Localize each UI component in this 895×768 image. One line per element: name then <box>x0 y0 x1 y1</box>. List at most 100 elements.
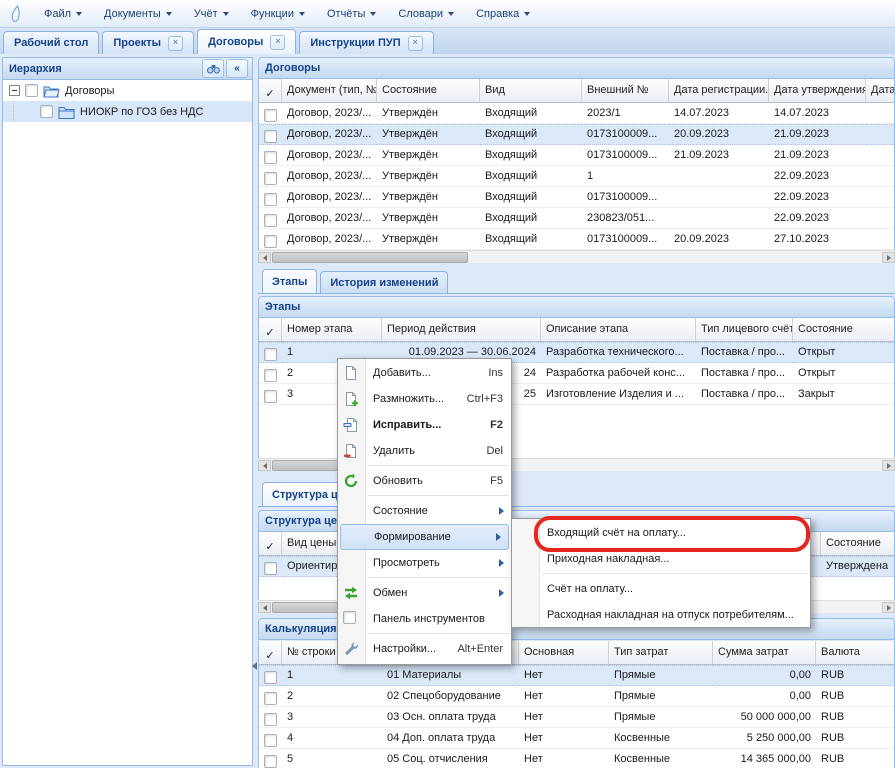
contracts-hscrollbar[interactable] <box>258 250 895 263</box>
stages-column-header[interactable]: Состояние <box>793 318 895 342</box>
tree-node-checkbox[interactable] <box>25 84 38 97</box>
scroll-left-button[interactable] <box>258 602 271 613</box>
contracts-column-header[interactable]: Дата регистрации. <box>669 79 769 103</box>
submenu-item-приходная-накладная[interactable]: Приходная накладная... <box>512 546 810 572</box>
contracts-column-header[interactable]: Состояние <box>377 79 480 103</box>
search-binoculars-button[interactable] <box>202 59 224 78</box>
menu-item-просмотреть[interactable]: Просмотреть <box>338 550 511 576</box>
row-checkbox[interactable] <box>264 109 277 122</box>
table-row[interactable]: 101 МатериалыНетПрямые0,00RUB <box>259 665 894 686</box>
tree-node-child[interactable]: НИОКР по ГОЗ без НДС <box>3 101 252 122</box>
menu-item-обновить[interactable]: ОбновитьF5 <box>338 468 511 494</box>
row-checkbox[interactable] <box>264 713 277 726</box>
structure-column-header[interactable]: ✓ <box>259 532 282 556</box>
calculation-column-header[interactable]: Валюта <box>816 641 895 665</box>
collapse-panel-button[interactable]: « <box>226 59 248 78</box>
tab-close-icon[interactable]: × <box>408 36 423 51</box>
scroll-right-button[interactable] <box>882 602 895 613</box>
menubar-item-файл[interactable]: Файл <box>34 4 92 24</box>
main-tabstrip: Рабочий столПроекты×Договоры×Инструкции … <box>0 28 895 54</box>
table-row[interactable]: 202 СпецоборудованиеНетПрямые0,00RUB <box>259 686 894 707</box>
contracts-column-header[interactable]: Дата <box>866 79 895 103</box>
menubar-item-функции[interactable]: Функции <box>241 4 315 24</box>
table-row[interactable]: Договор, 2023/...УтверждёнВходящий230823… <box>259 208 894 229</box>
menu-item-размножить[interactable]: Размножить...Ctrl+F3 <box>338 386 511 412</box>
contracts-column-header[interactable]: Внешний № <box>582 79 669 103</box>
tree-node-root[interactable]: Договоры <box>3 80 252 101</box>
scrollbar-thumb[interactable] <box>272 252 468 263</box>
table-row[interactable]: 404 Доп. оплата трудаНетКосвенные5 250 0… <box>259 728 894 749</box>
stages-column-header[interactable]: Тип лицевого счёт <box>696 318 793 342</box>
stages-column-header[interactable]: Период действия <box>382 318 541 342</box>
table-cell: Утверждён <box>377 103 480 124</box>
calculation-column-header[interactable]: Сумма затрат <box>713 641 816 665</box>
contracts-column-header[interactable]: Вид <box>480 79 582 103</box>
table-row[interactable]: Договор, 2023/...УтверждёнВходящий2023/1… <box>259 103 894 124</box>
row-checkbox[interactable] <box>264 214 277 227</box>
stages-column-header[interactable]: Номер этапа <box>282 318 382 342</box>
menubar-item-отчёты[interactable]: Отчёты <box>317 4 386 24</box>
menu-item-настройки[interactable]: Настройки...Alt+Enter <box>338 636 511 662</box>
calculation-column-header[interactable]: Тип затрат <box>609 641 713 665</box>
scroll-left-button[interactable] <box>258 460 271 471</box>
table-row[interactable]: Договор, 2023/...УтверждёнВходящий017310… <box>259 187 894 208</box>
scroll-left-button[interactable] <box>258 252 271 263</box>
row-checkbox[interactable] <box>264 369 277 382</box>
row-checkbox[interactable] <box>264 193 277 206</box>
menubar-item-документы[interactable]: Документы <box>94 4 182 24</box>
main-tab-рабочий-стол[interactable]: Рабочий стол <box>3 31 99 54</box>
contracts-column-header[interactable]: ✓ <box>259 79 282 103</box>
splitter-collapse-arrow-icon[interactable] <box>252 662 257 670</box>
tab-история-изменений[interactable]: История изменений <box>320 271 448 293</box>
tab-close-icon[interactable]: × <box>270 35 285 50</box>
tab-этапы[interactable]: Этапы <box>262 269 317 293</box>
row-checkbox[interactable] <box>264 151 277 164</box>
structure-column-header[interactable]: Состояние <box>821 532 895 556</box>
row-checkbox[interactable] <box>264 390 277 403</box>
menu-item-исправить[interactable]: Исправить...F2 <box>338 412 511 438</box>
row-checkbox[interactable] <box>264 562 277 575</box>
tree-expander-icon[interactable] <box>9 85 20 96</box>
row-checkbox[interactable] <box>264 130 277 143</box>
stages-column-header[interactable]: Описание этапа <box>541 318 696 342</box>
menubar-item-справка[interactable]: Справка <box>466 4 540 24</box>
contracts-column-header[interactable]: Документ (тип, № <box>282 79 377 103</box>
table-row[interactable]: 303 Осн. оплата трудаНетПрямые50 000 000… <box>259 707 894 728</box>
main-tab-проекты[interactable]: Проекты× <box>102 31 194 54</box>
submenu-item-счёт-на-оплату[interactable]: Счёт на оплату... <box>512 576 810 602</box>
menu-item-удалить[interactable]: УдалитьDel <box>338 438 511 464</box>
main-tab-договоры[interactable]: Договоры× <box>197 29 296 54</box>
tree-node-checkbox[interactable] <box>40 105 53 118</box>
row-checkbox[interactable] <box>264 755 277 768</box>
menu-item-панель-инструментов[interactable]: Панель инструментов <box>338 606 511 632</box>
table-row[interactable]: 505 Соц. отчисленияНетКосвенные14 365 00… <box>259 749 894 768</box>
table-row[interactable]: Договор, 2023/...УтверждёнВходящий017310… <box>259 229 894 250</box>
stages-column-header[interactable]: ✓ <box>259 318 282 342</box>
row-checkbox[interactable] <box>264 734 277 747</box>
menubar-item-учёт[interactable]: Учёт <box>184 4 239 24</box>
tab-close-icon[interactable]: × <box>168 36 183 51</box>
menu-item-добавить[interactable]: Добавить...Ins <box>338 360 511 386</box>
submenu-item-входящий-счёт-на-оплату[interactable]: Входящий счёт на оплату... <box>512 520 810 546</box>
row-checkbox[interactable] <box>264 172 277 185</box>
table-row[interactable]: Договор, 2023/...УтверждёнВходящий122.09… <box>259 166 894 187</box>
scroll-right-button[interactable] <box>882 460 895 471</box>
calculation-column-header[interactable]: Основная <box>519 641 609 665</box>
contracts-column-header[interactable]: Дата утверждения <box>769 79 866 103</box>
row-checkbox[interactable] <box>264 235 277 248</box>
table-row[interactable]: Договор, 2023/...УтверждёнВходящий017310… <box>259 145 894 166</box>
row-checkbox[interactable] <box>264 692 277 705</box>
menu-item-обмен[interactable]: Обмен <box>338 580 511 606</box>
calculation-column-header[interactable]: ✓ <box>259 641 282 665</box>
row-checkbox-cell <box>259 342 282 363</box>
submenu-arrow-icon <box>499 507 504 515</box>
scroll-right-button[interactable] <box>882 252 895 263</box>
menu-item-состояние[interactable]: Состояние <box>338 498 511 524</box>
row-checkbox[interactable] <box>264 671 277 684</box>
menubar-item-словари[interactable]: Словари <box>388 4 464 24</box>
main-tab-инструкции-пуп[interactable]: Инструкции ПУП× <box>299 31 433 54</box>
menu-item-формирование[interactable]: Формирование <box>340 524 509 550</box>
table-row[interactable]: Договор, 2023/...УтверждёнВходящий017310… <box>259 124 894 145</box>
row-checkbox[interactable] <box>264 348 277 361</box>
submenu-item-расходная-накладная-на-отпуск-потребителям[interactable]: Расходная накладная на отпуск потребител… <box>512 602 810 628</box>
